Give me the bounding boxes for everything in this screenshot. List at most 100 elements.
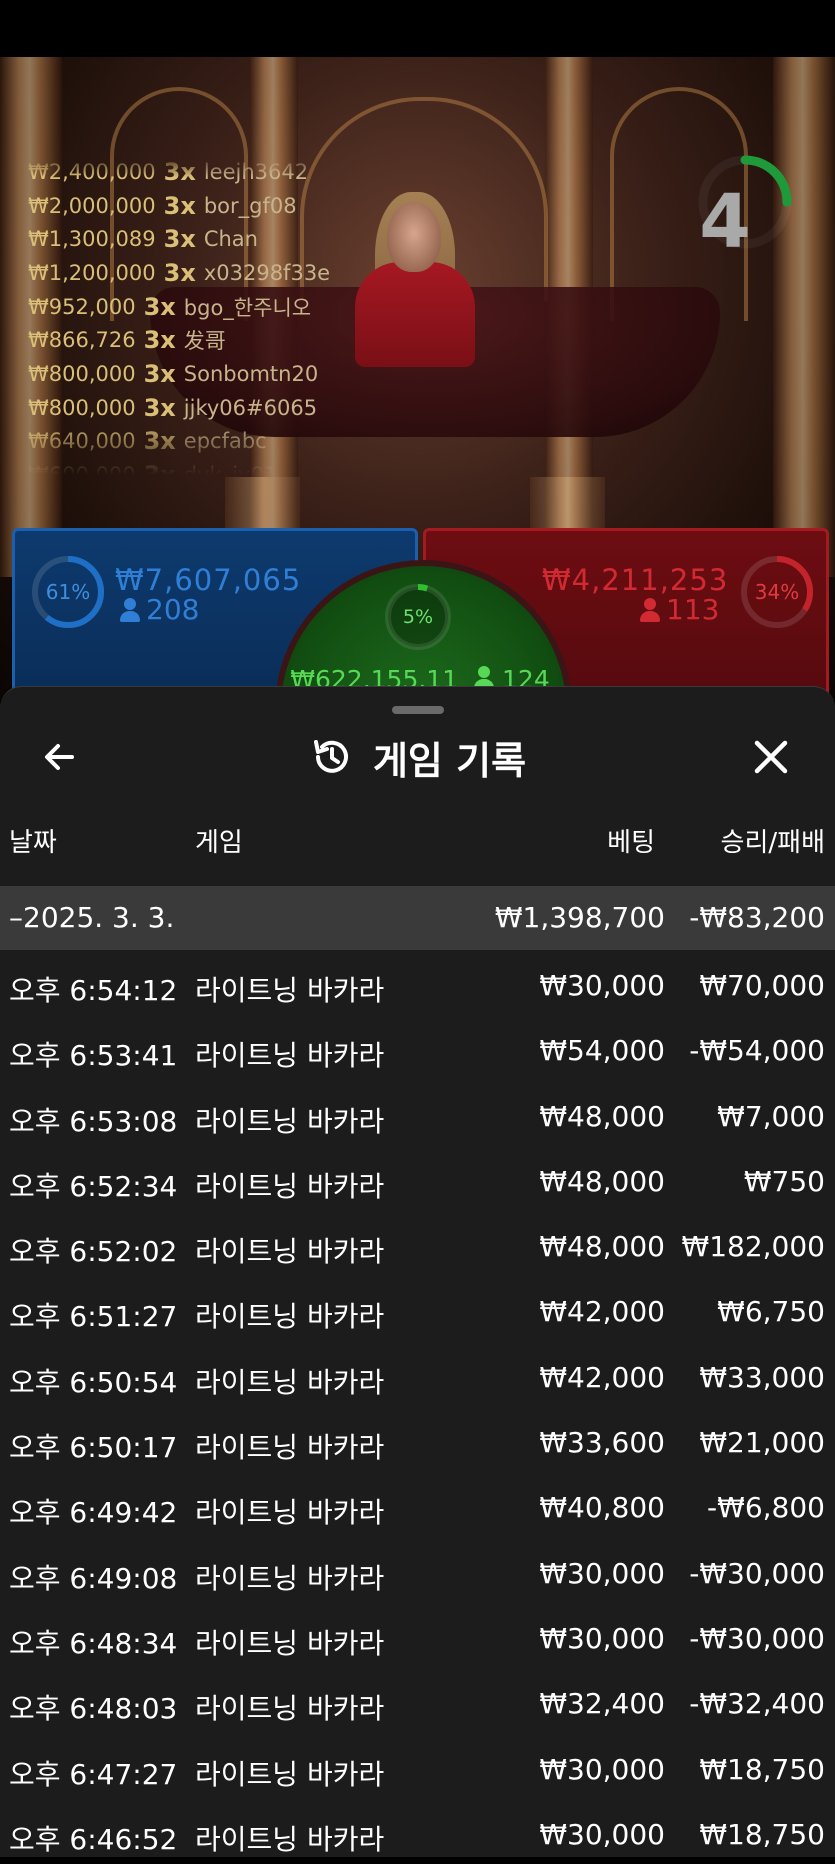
row-time: 오후 6:54:12 xyxy=(9,974,178,1007)
bet-ticker-row: ₩2,000,000 3x bor_gf08 xyxy=(28,189,358,223)
summary-bet: ₩1,398,700 xyxy=(494,901,665,934)
drag-handle[interactable] xyxy=(392,706,444,714)
row-bet: ₩30,000 xyxy=(539,1817,665,1851)
row-time: 오후 6:46:52 xyxy=(9,1822,178,1856)
close-icon[interactable] xyxy=(746,732,796,782)
row-game: 라이트닝 바카라 xyxy=(195,1757,385,1791)
tie-percent: 5% xyxy=(402,606,434,628)
row-time: 오후 6:51:27 xyxy=(9,1300,178,1334)
history-row[interactable]: 오후 6:49:42 라이트닝 바카라 ₩40,800 -₩6,800 xyxy=(0,1472,835,1537)
column-date: 날짜 xyxy=(9,828,57,858)
row-result: ₩7,000 xyxy=(717,1099,825,1133)
bet-ticker-row: ₩800,000 3x jjky06#6065 xyxy=(28,391,358,425)
row-result: ₩33,000 xyxy=(699,1360,825,1394)
column-bet: 베팅 xyxy=(607,828,655,858)
history-row[interactable]: 오후 6:48:34 라이트닝 바카라 ₩30,000 -₩30,000 xyxy=(0,1603,835,1668)
player-total-bet: ₩7,607,065 xyxy=(115,563,302,597)
row-result: ₩750 xyxy=(743,1164,825,1198)
pillar-right-outer xyxy=(773,57,835,577)
row-result: ₩70,000 xyxy=(699,969,825,1002)
bet-ticker-row: ₩640,000 3x epcfabc xyxy=(28,425,358,459)
row-bet: ₩30,000 xyxy=(539,1556,665,1590)
player-percent: 61% xyxy=(45,580,91,604)
page-title: 게임 기록 xyxy=(372,738,527,783)
row-time: 오후 6:52:34 xyxy=(9,1169,178,1203)
history-row[interactable]: 오후 6:52:02 라이트닝 바카라 ₩48,000 ₩182,000 xyxy=(0,1211,835,1276)
banker-user-count: 113 xyxy=(640,593,719,626)
bet-username: leejh3642 xyxy=(203,159,309,184)
row-time: 오후 6:48:34 xyxy=(9,1626,178,1660)
summary-result: -₩83,200 xyxy=(689,901,825,934)
dealer-body xyxy=(355,262,475,367)
bet-username: Chan xyxy=(203,227,258,252)
user-icon xyxy=(640,597,660,622)
row-game: 라이트닝 바카라 xyxy=(195,1300,385,1334)
row-game: 라이트닝 바카라 xyxy=(195,974,385,1007)
top-bets-list: ₩2,400,000 3x leejh3642 ₩2,000,000 3x bor_gf0… xyxy=(28,155,358,475)
game-history-sheet: 게임 기록 날짜 게임 베팅 승리/패배 –2025. 3. 3. ₩1,398… xyxy=(0,686,835,1857)
history-row[interactable]: 오후 6:51:27 라이트닝 바카라 ₩42,000 ₩6,750 xyxy=(0,1276,835,1341)
row-bet: ₩30,000 xyxy=(539,1621,665,1655)
table-header: 날짜 게임 베팅 승리/패배 xyxy=(0,810,835,866)
history-row[interactable]: 오후 6:47:27 라이트닝 바카라 ₩30,000 ₩18,750 xyxy=(0,1734,835,1799)
bet-amount: ₩800,000 xyxy=(28,361,136,386)
row-time: 오후 6:53:41 xyxy=(9,1039,178,1073)
history-row[interactable]: 오후 6:53:41 라이트닝 바카라 ₩54,000 -₩54,000 xyxy=(0,1015,835,1080)
row-result: -₩32,400 xyxy=(689,1687,825,1721)
row-result: -₩30,000 xyxy=(689,1556,825,1590)
history-row[interactable]: 오후 6:49:08 라이트닝 바카라 ₩30,000 -₩30,000 xyxy=(0,1538,835,1603)
row-bet: ₩48,000 xyxy=(539,1099,665,1133)
banker-users-value: 113 xyxy=(666,593,720,626)
bet-username: x03298f33e xyxy=(203,260,331,285)
row-game: 라이트닝 바카라 xyxy=(195,1039,385,1073)
row-result: ₩182,000 xyxy=(681,1230,825,1264)
row-game: 라이트닝 바카라 xyxy=(195,1431,385,1465)
bet-ticker-row: ₩1,200,000 3x x03298f33e xyxy=(28,256,358,290)
history-row[interactable]: 오후 6:50:54 라이트닝 바카라 ₩42,000 ₩33,000 xyxy=(0,1342,835,1407)
bet-ticker-row: ₩1,300,089 3x Chan xyxy=(28,222,358,256)
history-row[interactable]: 오후 6:53:08 라이트닝 바카라 ₩48,000 ₩7,000 xyxy=(0,1081,835,1146)
row-time: 오후 6:48:03 xyxy=(9,1692,178,1726)
history-row[interactable]: 오후 6:50:17 라이트닝 바카라 ₩33,600 ₩21,000 xyxy=(0,1407,835,1472)
bet-username: bor_gf08 xyxy=(203,193,297,218)
bet-amount: ₩640,000 xyxy=(28,429,136,454)
round-countdown: 4 xyxy=(699,179,751,265)
row-bet: ₩48,000 xyxy=(539,1230,665,1264)
row-game: 라이트닝 바카라 xyxy=(195,1692,385,1726)
row-time: 오후 6:49:08 xyxy=(9,1561,178,1595)
bet-amount: ₩800,000 xyxy=(28,395,136,420)
bet-username: jjky06#6065 xyxy=(183,395,318,420)
history-row[interactable]: 오후 6:54:12 라이트닝 바카라 ₩30,000 ₩70,000 xyxy=(0,950,835,1015)
bet-multiplier: 3x xyxy=(163,258,196,287)
column-game: 게임 xyxy=(195,828,243,858)
history-row[interactable]: 오후 6:48:03 라이트닝 바카라 ₩32,400 -₩32,400 xyxy=(0,1668,835,1733)
row-game: 라이트닝 바카라 xyxy=(195,1169,385,1203)
row-bet: ₩32,400 xyxy=(539,1687,665,1721)
bet-multiplier: 3x xyxy=(143,393,176,422)
banker-total-bet: ₩4,211,253 xyxy=(542,563,729,597)
row-result: -₩6,800 xyxy=(707,1491,825,1525)
bet-multiplier: 3x xyxy=(143,292,176,321)
row-bet: ₩30,000 xyxy=(539,969,665,1002)
row-game: 라이트닝 바카라 xyxy=(195,1561,385,1595)
row-bet: ₩33,600 xyxy=(539,1426,665,1460)
date-group-summary[interactable]: –2025. 3. 3. ₩1,398,700 -₩83,200 xyxy=(0,886,835,950)
row-time: 오후 6:47:27 xyxy=(9,1757,178,1791)
history-row[interactable]: 오후 6:46:52 라이트닝 바카라 ₩30,000 ₩18,750 xyxy=(0,1799,835,1864)
history-rows: 오후 6:54:12 라이트닝 바카라 ₩30,000 ₩70,000 오후 6… xyxy=(0,950,835,1864)
row-game: 라이트닝 바카라 xyxy=(195,1496,385,1530)
bet-username: 发哥 xyxy=(183,329,226,354)
history-icon xyxy=(313,740,348,773)
history-row[interactable]: 오후 6:52:34 라이트닝 바카라 ₩48,000 ₩750 xyxy=(0,1146,835,1211)
bet-multiplier: 3x xyxy=(163,225,196,254)
row-time: 오후 6:50:17 xyxy=(9,1431,178,1465)
bet-ticker-row: ₩952,000 3x bgo_한주니오 xyxy=(28,290,358,324)
dealer-face xyxy=(387,202,441,272)
bet-amount: ₩866,726 xyxy=(28,328,136,353)
bet-ticker-row: ₩600,000 3x dyk_jy01 xyxy=(28,458,358,475)
bet-username: epcfabc xyxy=(183,429,267,454)
row-bet: ₩42,000 xyxy=(539,1360,665,1394)
row-game: 라이트닝 바카라 xyxy=(195,1235,385,1269)
row-game: 라이트닝 바카라 xyxy=(195,1104,385,1138)
row-game: 라이트닝 바카라 xyxy=(195,1626,385,1660)
